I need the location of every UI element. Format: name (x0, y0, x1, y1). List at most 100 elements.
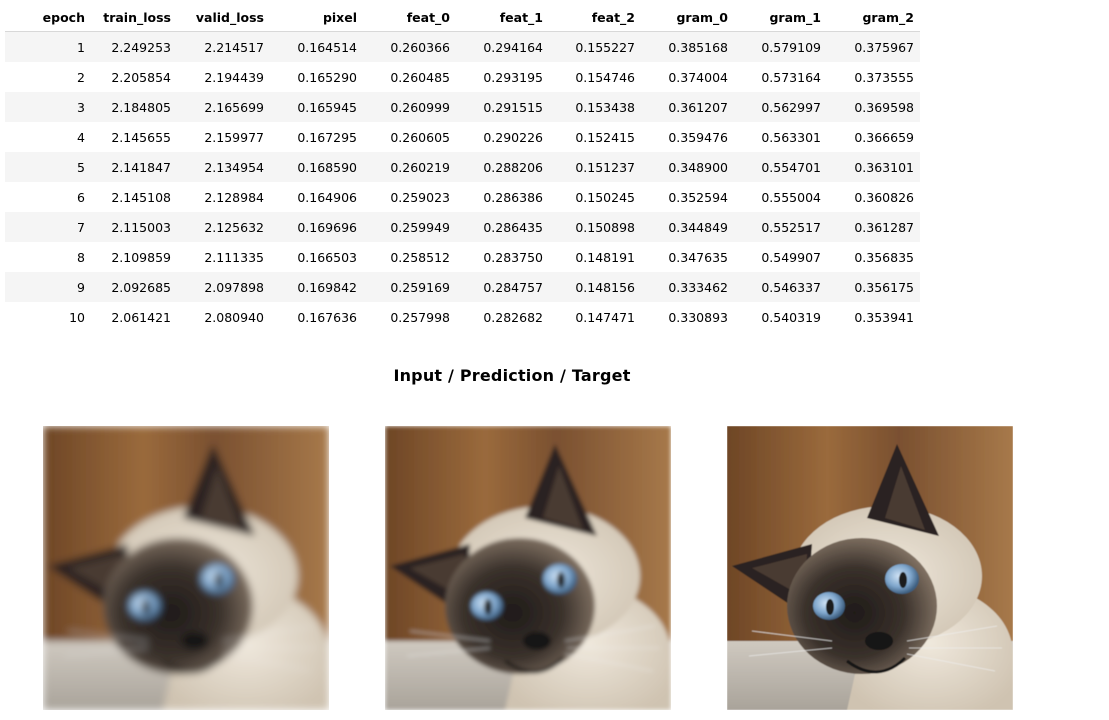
table-cell-feat-0: 0.260219 (363, 152, 456, 182)
table-cell-gram-0: 0.333462 (641, 272, 734, 302)
table-cell-gram-0: 0.361207 (641, 92, 734, 122)
table-cell-valid-loss: 2.214517 (177, 31, 270, 62)
table-cell-epoch: 8 (5, 242, 85, 272)
table-cell-feat-0: 0.257998 (363, 302, 456, 332)
table-cell-gram-1: 0.552517 (734, 212, 827, 242)
table-cell-feat-1: 0.284757 (456, 272, 549, 302)
input-cat-photo (43, 426, 329, 710)
table-row: 4 2.145655 2.159977 0.167295 0.260605 0.29022… (5, 122, 920, 152)
column-header-valid-loss: valid_loss (177, 3, 270, 32)
table-cell-valid-loss: 2.159977 (177, 122, 270, 152)
table-cell-gram-0: 0.385168 (641, 31, 734, 62)
table-cell-feat-1: 0.282682 (456, 302, 549, 332)
table-cell-pixel: 0.167636 (270, 302, 363, 332)
table-row: 10 2.061421 2.080940 0.167636 0.257998 0.2826… (5, 302, 920, 332)
table-row: 6 2.145108 2.128984 0.164906 0.259023 0.28638… (5, 182, 920, 212)
table-cell-feat-0: 0.260485 (363, 62, 456, 92)
table-cell-epoch: 9 (5, 272, 85, 302)
table-cell-valid-loss: 2.125632 (177, 212, 270, 242)
table-cell-feat-0: 0.259169 (363, 272, 456, 302)
table-cell-train-loss: 2.184805 (85, 92, 177, 122)
table-cell-valid-loss: 2.165699 (177, 92, 270, 122)
table-cell-epoch: 7 (5, 212, 85, 242)
table-cell-epoch: 2 (5, 62, 85, 92)
column-header-gram-2: gram_2 (827, 3, 920, 32)
table-cell-epoch: 3 (5, 92, 85, 122)
table-row: 3 2.184805 2.165699 0.165945 0.260999 0.29151… (5, 92, 920, 122)
table-cell-pixel: 0.164514 (270, 31, 363, 62)
table-cell-gram-0: 0.344849 (641, 212, 734, 242)
table-cell-gram-2: 0.356835 (827, 242, 920, 272)
table-cell-train-loss: 2.205854 (85, 62, 177, 92)
table-cell-valid-loss: 2.097898 (177, 272, 270, 302)
table-cell-gram-0: 0.359476 (641, 122, 734, 152)
table-cell-gram-0: 0.374004 (641, 62, 734, 92)
prediction-image (385, 426, 671, 710)
table-row: 2 2.205854 2.194439 0.165290 0.260485 0.29319… (5, 62, 920, 92)
table-cell-pixel: 0.165945 (270, 92, 363, 122)
table-cell-epoch: 4 (5, 122, 85, 152)
table-cell-pixel: 0.167295 (270, 122, 363, 152)
table-cell-feat-2: 0.155227 (549, 31, 641, 62)
table-cell-feat-1: 0.293195 (456, 62, 549, 92)
table-cell-train-loss: 2.141847 (85, 152, 177, 182)
target-cat-photo (727, 426, 1013, 710)
column-header-pixel: pixel (270, 3, 363, 32)
table-cell-epoch: 5 (5, 152, 85, 182)
table-cell-gram-0: 0.352594 (641, 182, 734, 212)
table-cell-feat-0: 0.260605 (363, 122, 456, 152)
table-cell-pixel: 0.166503 (270, 242, 363, 272)
table-cell-valid-loss: 2.134954 (177, 152, 270, 182)
table-cell-epoch: 6 (5, 182, 85, 212)
table-row: 7 2.115003 2.125632 0.169696 0.259949 0.28643… (5, 212, 920, 242)
training-results-table: epoch train_loss valid_loss pixel feat_0… (5, 3, 920, 332)
table-cell-pixel: 0.165290 (270, 62, 363, 92)
table-cell-feat-0: 0.258512 (363, 242, 456, 272)
table-cell-feat-0: 0.260999 (363, 92, 456, 122)
column-header-epoch: epoch (5, 3, 85, 32)
table-cell-pixel: 0.164906 (270, 182, 363, 212)
table-cell-gram-2: 0.373555 (827, 62, 920, 92)
table-cell-gram-2: 0.375967 (827, 31, 920, 62)
table-cell-train-loss: 2.061421 (85, 302, 177, 332)
table-cell-pixel: 0.169696 (270, 212, 363, 242)
table-cell-feat-2: 0.150245 (549, 182, 641, 212)
table-cell-valid-loss: 2.194439 (177, 62, 270, 92)
table-cell-gram-1: 0.573164 (734, 62, 827, 92)
column-header-gram-0: gram_0 (641, 3, 734, 32)
target-image (727, 426, 1013, 710)
table-row: 8 2.109859 2.111335 0.166503 0.258512 0.28375… (5, 242, 920, 272)
column-header-gram-1: gram_1 (734, 3, 827, 32)
table-cell-gram-0: 0.348900 (641, 152, 734, 182)
column-header-feat-1: feat_1 (456, 3, 549, 32)
table-cell-gram-1: 0.554701 (734, 152, 827, 182)
table-cell-feat-1: 0.290226 (456, 122, 549, 152)
table-cell-epoch: 1 (5, 31, 85, 62)
table-cell-gram-2: 0.366659 (827, 122, 920, 152)
table-cell-valid-loss: 2.128984 (177, 182, 270, 212)
table-cell-feat-0: 0.260366 (363, 31, 456, 62)
table-cell-valid-loss: 2.080940 (177, 302, 270, 332)
table-cell-train-loss: 2.249253 (85, 31, 177, 62)
table-cell-feat-2: 0.152415 (549, 122, 641, 152)
table-cell-gram-0: 0.347635 (641, 242, 734, 272)
table-cell-gram-1: 0.555004 (734, 182, 827, 212)
table-cell-feat-0: 0.259023 (363, 182, 456, 212)
column-header-feat-0: feat_0 (363, 3, 456, 32)
table-header-row: epoch train_loss valid_loss pixel feat_0… (5, 3, 920, 32)
table-cell-gram-1: 0.563301 (734, 122, 827, 152)
table-cell-gram-0: 0.330893 (641, 302, 734, 332)
table-body: 1 2.249253 2.214517 0.164514 0.260366 0.29416… (5, 31, 920, 332)
table-cell-feat-1: 0.286386 (456, 182, 549, 212)
table-cell-gram-1: 0.579109 (734, 31, 827, 62)
table-cell-gram-1: 0.540319 (734, 302, 827, 332)
table-cell-feat-1: 0.291515 (456, 92, 549, 122)
table-cell-gram-2: 0.356175 (827, 272, 920, 302)
table-row: 9 2.092685 2.097898 0.169842 0.259169 0.28475… (5, 272, 920, 302)
table-cell-feat-1: 0.283750 (456, 242, 549, 272)
table-cell-gram-1: 0.549907 (734, 242, 827, 272)
table-cell-feat-0: 0.259949 (363, 212, 456, 242)
table-cell-feat-2: 0.148191 (549, 242, 641, 272)
table-cell-feat-2: 0.150898 (549, 212, 641, 242)
table-cell-feat-2: 0.148156 (549, 272, 641, 302)
